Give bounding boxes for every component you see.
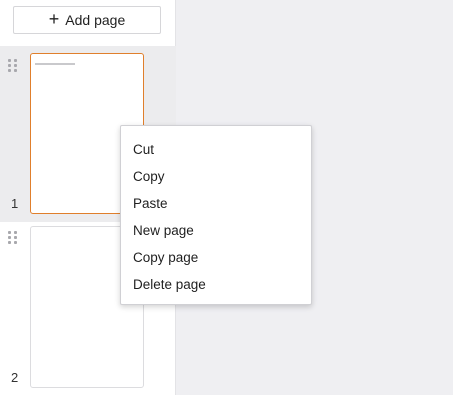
page-number-1: 1 — [11, 196, 19, 211]
menu-item-new-page[interactable]: New page — [121, 217, 311, 244]
menu-item-paste[interactable]: Paste — [121, 190, 311, 217]
menu-item-cut[interactable]: Cut — [121, 136, 311, 163]
menu-item-copy-page[interactable]: Copy page — [121, 244, 311, 271]
menu-item-delete-page[interactable]: Delete page — [121, 271, 311, 298]
add-page-button[interactable]: + Add page — [13, 6, 161, 34]
context-menu: Cut Copy Paste New page Copy page Delete… — [120, 125, 312, 305]
menu-item-copy[interactable]: Copy — [121, 163, 311, 190]
drag-handle-icon[interactable] — [8, 59, 18, 73]
thumbnail-text-line — [35, 63, 75, 65]
plus-icon: + — [48, 9, 60, 29]
page-number-2: 2 — [11, 370, 19, 385]
drag-handle-icon[interactable] — [8, 231, 18, 245]
add-page-label: Add page — [65, 12, 126, 28]
